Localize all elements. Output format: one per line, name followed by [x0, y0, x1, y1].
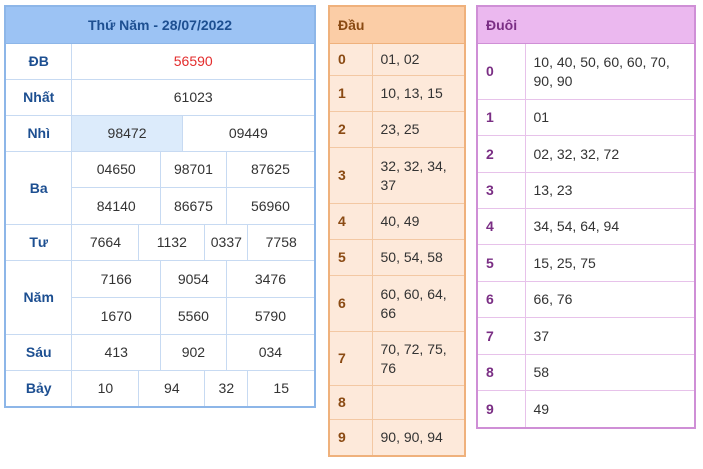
- head-digit-values: 70, 72, 75, 76: [371, 331, 466, 386]
- tail-digit-table: Đuôi 0 10, 40, 50, 60, 60, 70, 90, 90 1 01…: [476, 5, 697, 429]
- tail-digit-key: 6: [476, 281, 526, 318]
- seventh-prize-number: 15: [247, 370, 316, 407]
- sixth-prize-number: 902: [159, 334, 227, 371]
- fifth-prize-number: 5560: [159, 297, 227, 335]
- third-prize-number: 84140: [71, 187, 161, 225]
- fifth-prize-number: 5790: [225, 297, 316, 335]
- tail-digit-values: 13, 23: [524, 172, 696, 209]
- head-digit-key: 3: [328, 147, 373, 204]
- tail-digit-key: 5: [476, 244, 526, 282]
- head-digit-values: 60, 60, 64, 66: [371, 275, 466, 332]
- prize-label-nhat: Nhất: [4, 79, 73, 116]
- fifth-prize-number: 1670: [71, 297, 161, 335]
- head-digit-key: 7: [328, 331, 373, 386]
- tail-digit-values: 15, 25, 75: [524, 244, 696, 282]
- head-digit-values: 10, 13, 15: [371, 75, 466, 112]
- prize-label-tu: Tư: [4, 224, 73, 261]
- tail-digit-values: 02, 32, 32, 72: [524, 135, 696, 173]
- third-prize-number: 98701: [159, 151, 227, 188]
- head-digit-values: 90, 90, 94: [371, 419, 466, 456]
- prize-label-nhi: Nhì: [4, 115, 73, 152]
- tail-digit-key: 3: [476, 172, 526, 209]
- tail-digit-values: 58: [524, 354, 696, 391]
- prize-label-bay: Bảy: [4, 370, 73, 407]
- head-digit-values: 01, 02: [371, 43, 466, 76]
- fifth-prize-number: 3476: [225, 260, 316, 298]
- sixth-prize-number: 413: [71, 334, 161, 371]
- third-prize-number: 56960: [225, 187, 316, 225]
- tail-digit-values: 10, 40, 50, 60, 60, 70, 90, 90: [524, 43, 696, 100]
- tail-digit-values: 34, 54, 64, 94: [524, 208, 696, 245]
- tail-digit-key: 9: [476, 390, 526, 428]
- tail-digit-key: 7: [476, 317, 526, 355]
- head-digit-key: 9: [328, 419, 373, 456]
- second-prize-number: 98472: [71, 115, 183, 152]
- fifth-prize-number: 9054: [159, 260, 227, 298]
- tail-digit-values: 37: [524, 317, 696, 355]
- special-prize-number: 56590: [71, 43, 316, 80]
- fourth-prize-number: 7664: [71, 224, 140, 261]
- tail-digit-key: 4: [476, 208, 526, 245]
- head-table-header: Đầu: [328, 5, 466, 44]
- seventh-prize-number: 32: [204, 370, 249, 407]
- head-digit-values: 32, 32, 34, 37: [371, 147, 466, 204]
- head-digit-key: 0: [328, 43, 373, 76]
- tail-digit-key: 8: [476, 354, 526, 391]
- tail-digit-values: 49: [524, 390, 696, 428]
- fourth-prize-number: 7758: [247, 224, 316, 261]
- lottery-results-table: Thứ Năm - 28/07/2022 ĐB 56590 Nhất 61023…: [4, 5, 316, 408]
- tail-digit-values: 01: [524, 99, 696, 136]
- sixth-prize-number: 034: [225, 334, 316, 371]
- head-digit-values: 50, 54, 58: [371, 239, 466, 276]
- head-digit-key: 2: [328, 111, 373, 148]
- head-digit-key: 8: [328, 385, 373, 420]
- third-prize-number: 04650: [71, 151, 161, 188]
- third-prize-number: 87625: [225, 151, 316, 188]
- results-date-title: Thứ Năm - 28/07/2022: [4, 5, 316, 44]
- head-digit-values: 40, 49: [371, 203, 466, 240]
- tail-digit-key: 1: [476, 99, 526, 136]
- third-prize-number: 86675: [159, 187, 227, 225]
- fourth-prize-number: 0337: [204, 224, 249, 261]
- head-digit-values: [371, 385, 466, 420]
- head-digit-key: 4: [328, 203, 373, 240]
- prize-label-ba: Ba: [4, 151, 73, 225]
- fifth-prize-number: 7166: [71, 260, 161, 298]
- tail-digit-key: 2: [476, 135, 526, 173]
- tail-digit-values: 66, 76: [524, 281, 696, 318]
- head-digit-key: 5: [328, 239, 373, 276]
- first-prize-number: 61023: [71, 79, 316, 116]
- head-digit-values: 23, 25: [371, 111, 466, 148]
- fourth-prize-number: 1132: [138, 224, 206, 261]
- head-digit-key: 1: [328, 75, 373, 112]
- prize-label-sau: Sáu: [4, 334, 73, 371]
- head-digit-key: 6: [328, 275, 373, 332]
- tail-digit-key: 0: [476, 43, 526, 100]
- seventh-prize-number: 94: [138, 370, 206, 407]
- tail-table-header: Đuôi: [476, 5, 696, 44]
- prize-label-nam: Năm: [4, 260, 73, 335]
- second-prize-number: 09449: [181, 115, 316, 152]
- head-digit-table: Đầu 0 01, 02 1 10, 13, 15 2 23, 25 3 32, 32,…: [328, 5, 467, 457]
- prize-label-db: ĐB: [4, 43, 73, 80]
- seventh-prize-number: 10: [71, 370, 140, 407]
